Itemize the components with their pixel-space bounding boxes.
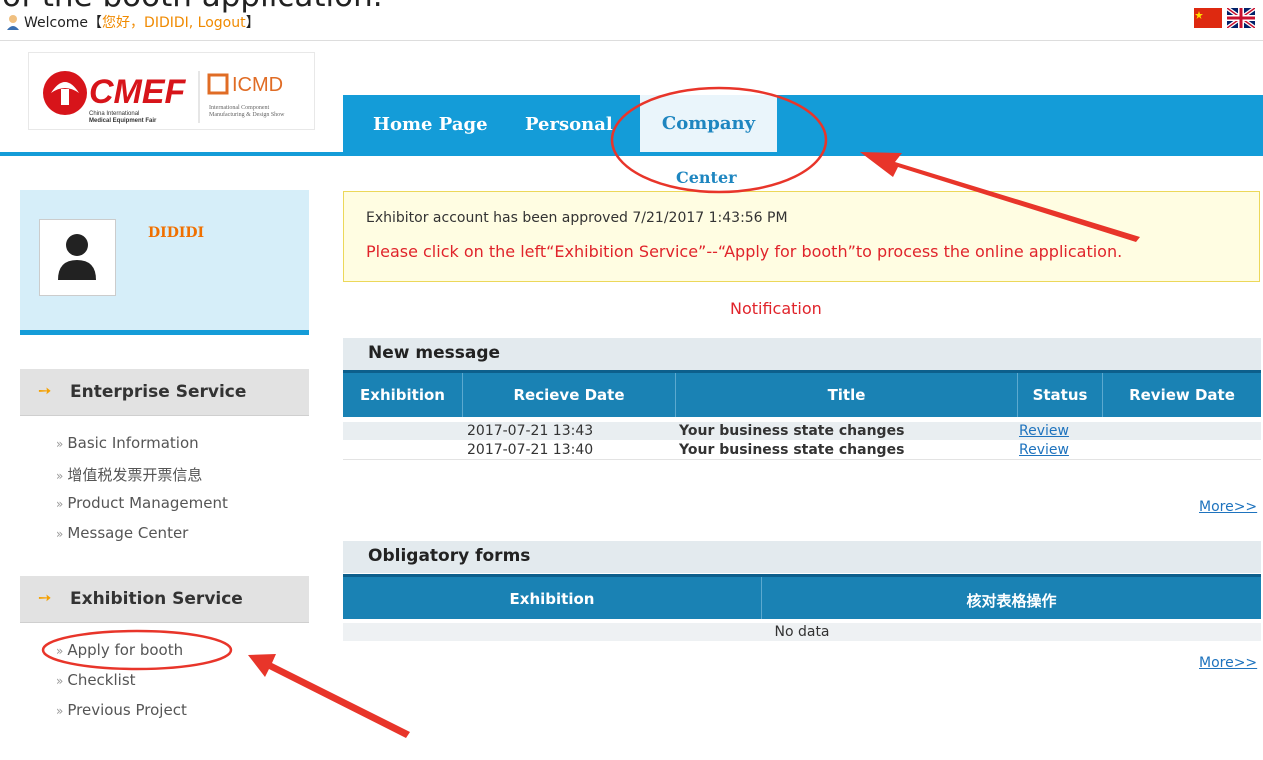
annotation-overlay xyxy=(41,86,1140,738)
arrow-to-apply-icon xyxy=(248,654,410,738)
apply-booth-highlight-circle xyxy=(41,629,233,671)
arrow-to-company-icon xyxy=(860,152,1140,242)
company-highlight-circle xyxy=(610,86,828,194)
